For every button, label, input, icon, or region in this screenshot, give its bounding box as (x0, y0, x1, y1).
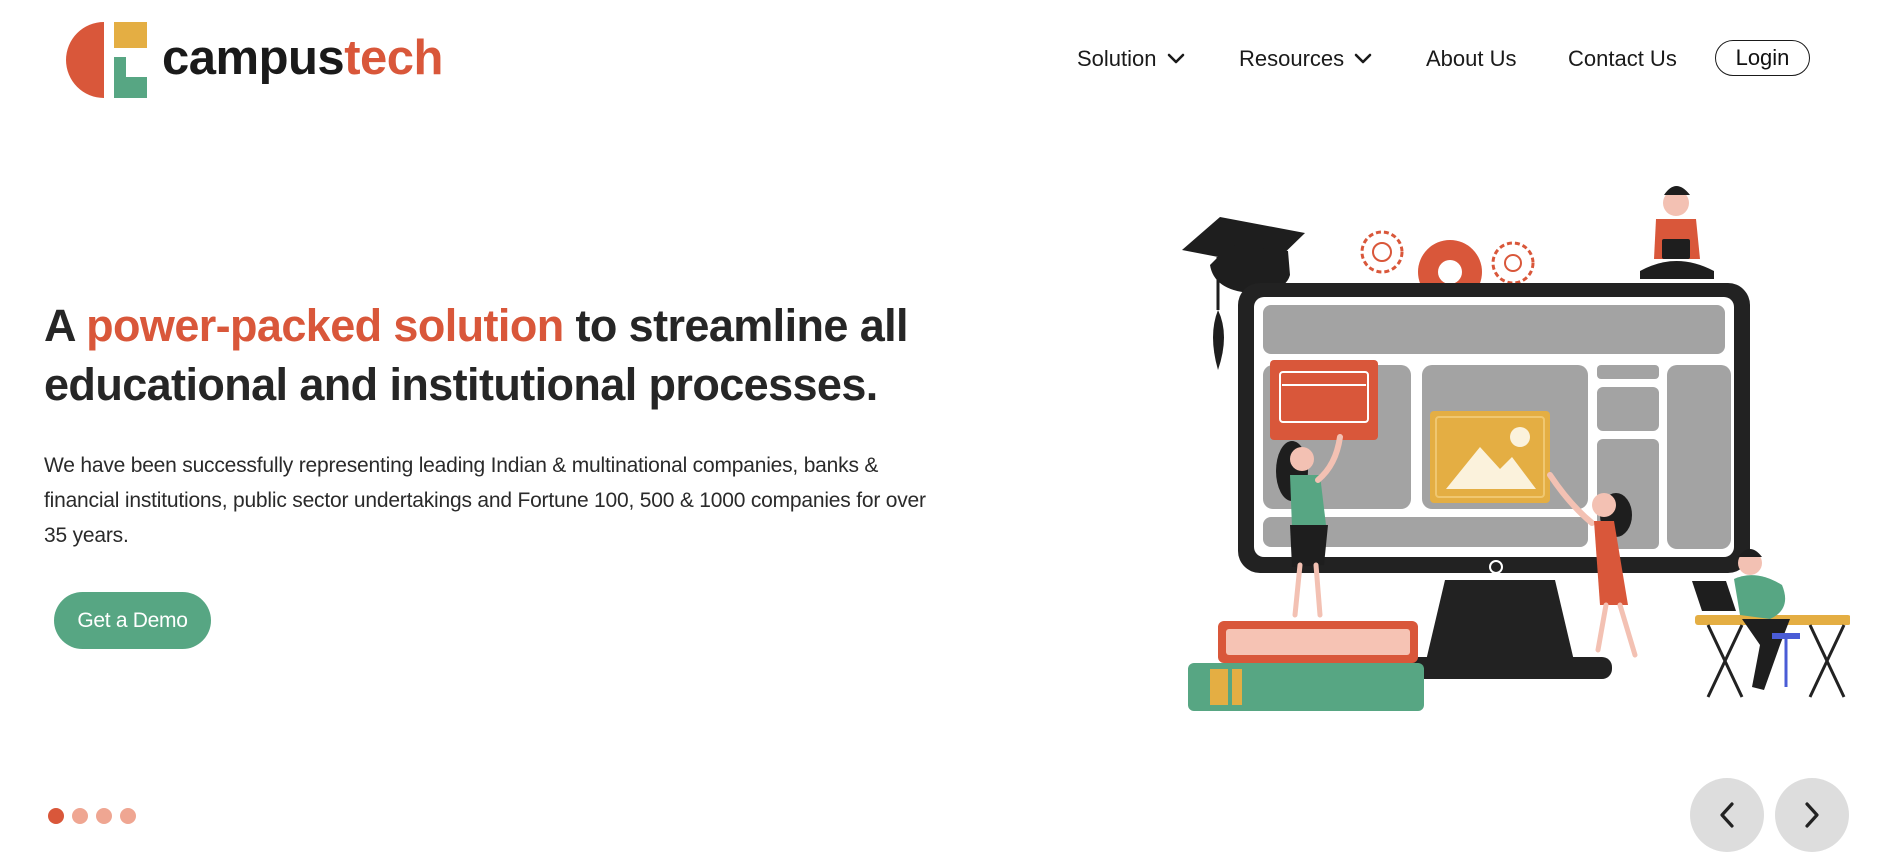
carousel-dot-4[interactable] (120, 808, 136, 824)
nav-resources[interactable]: Resources (1239, 40, 1372, 78)
carousel-next-button[interactable] (1775, 778, 1849, 852)
campustech-logo-icon (66, 22, 147, 98)
image-card-icon (1430, 411, 1550, 503)
hero-title-accent: power-packed solution (86, 300, 564, 351)
get-a-demo-button[interactable]: Get a Demo (54, 592, 211, 649)
hero-title: A power-packed solution to streamline al… (44, 296, 944, 414)
campustech-logo[interactable]: campustech (66, 20, 443, 100)
chevron-down-icon (1354, 53, 1372, 65)
carousel-dot-1[interactable] (48, 808, 64, 824)
site-header: campustech Solution Resources About Us C… (0, 0, 1877, 120)
nav-about-us[interactable]: About Us (1426, 40, 1517, 78)
login-button[interactable]: Login (1715, 40, 1810, 76)
carousel-dot-3[interactable] (96, 808, 112, 824)
nav-contact-us[interactable]: Contact Us (1568, 40, 1677, 78)
logo-wordmark: campustech (162, 30, 443, 85)
books-icon (1188, 621, 1424, 711)
logo-word-campus: campus (162, 30, 345, 85)
window-card-icon (1270, 360, 1378, 440)
nav-about-us-label: About Us (1426, 46, 1517, 71)
logo-word-tech: tech (344, 30, 443, 85)
carousel-dots (48, 808, 136, 824)
hero-illustration (1182, 186, 1850, 711)
hero-description: We have been successfully representing l… (44, 454, 926, 547)
carousel-dot-2[interactable] (72, 808, 88, 824)
hero-title-prefix: A (44, 300, 87, 351)
nav-contact-us-label: Contact Us (1568, 46, 1677, 71)
nav-solution-label: Solution (1077, 46, 1157, 71)
nav-resources-label: Resources (1239, 46, 1345, 71)
carousel-prev-button[interactable] (1690, 778, 1764, 852)
nav-solution[interactable]: Solution (1077, 40, 1185, 78)
chevron-right-icon (1805, 802, 1819, 828)
man-with-laptop-icon (1640, 186, 1714, 279)
chevron-left-icon (1720, 802, 1734, 828)
chevron-down-icon (1167, 53, 1185, 65)
